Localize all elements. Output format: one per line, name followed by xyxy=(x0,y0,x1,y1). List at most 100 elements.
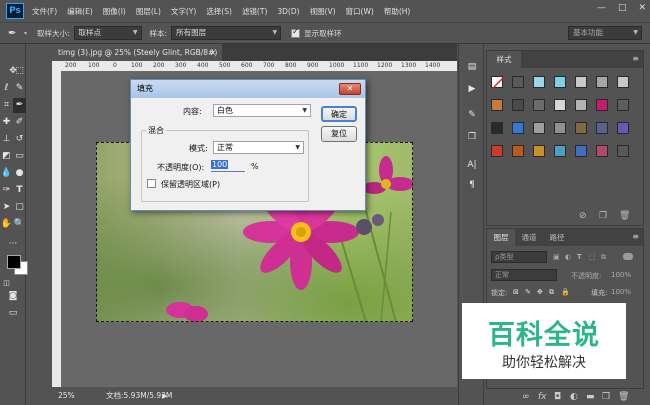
style-swatch[interactable] xyxy=(575,122,587,134)
filter-shape-icon[interactable]: ⬚ xyxy=(589,253,596,261)
style-swatch[interactable] xyxy=(512,76,524,88)
layer-filter-select[interactable]: ρ类型 xyxy=(491,251,547,263)
menu-view[interactable]: 视图(V) xyxy=(310,6,336,17)
folder-icon[interactable]: ▬ xyxy=(586,392,595,402)
style-swatch[interactable] xyxy=(512,99,524,111)
quick-mask-icon[interactable]: ◙ xyxy=(0,289,26,304)
workspace-select[interactable]: 基本功能 ▼ xyxy=(568,26,642,40)
blur-tool-icon[interactable]: 💧 xyxy=(0,166,13,181)
menu-layer[interactable]: 图层(L) xyxy=(136,6,161,17)
close-tab-icon[interactable]: × xyxy=(210,44,216,61)
trash-icon[interactable]: 🗑 xyxy=(619,211,630,221)
brush-tool-icon[interactable]: ✐ xyxy=(13,115,26,130)
style-swatch[interactable] xyxy=(554,122,566,134)
lock-pixels-icon[interactable]: ⊠ xyxy=(513,288,519,296)
style-swatch[interactable] xyxy=(512,122,524,134)
shape-tool-icon[interactable]: ▢ xyxy=(13,200,26,215)
style-swatch[interactable] xyxy=(491,145,503,157)
tab-styles[interactable]: 样式 xyxy=(487,51,521,68)
opacity-input[interactable]: 100 xyxy=(211,160,245,172)
path-select-tool-icon[interactable]: ➤ xyxy=(0,200,13,215)
fx-icon[interactable]: fx xyxy=(538,392,547,402)
style-swatch[interactable] xyxy=(575,99,587,111)
menu-edit[interactable]: 编辑(E) xyxy=(67,6,93,17)
marquee-tool-icon[interactable]: ⬚ xyxy=(13,64,26,79)
status-arrow-icon[interactable]: ▶ xyxy=(162,387,167,405)
sample-select[interactable]: 所有图层 ▼ xyxy=(171,26,282,40)
document-tab[interactable]: timg (3).jpg @ 25% (Steely Glint, RGB/8#… xyxy=(52,44,222,74)
ok-button[interactable]: 确定 xyxy=(321,106,357,122)
mode-select[interactable]: 正常 ▼ xyxy=(213,141,304,154)
lock-position-icon[interactable]: ✥ xyxy=(537,288,543,296)
fill-value[interactable]: 100% xyxy=(611,288,631,296)
style-swatch[interactable] xyxy=(533,99,545,111)
style-swatch[interactable] xyxy=(575,145,587,157)
menu-3d[interactable]: 3D(D) xyxy=(277,7,299,16)
type-tool-icon[interactable]: T xyxy=(13,183,26,198)
no-style-swatch[interactable] xyxy=(491,76,505,90)
opacity-value[interactable]: 100% xyxy=(611,271,631,279)
menu-type[interactable]: 文字(Y) xyxy=(171,6,196,17)
style-swatch[interactable] xyxy=(596,122,608,134)
screen-mode-icon[interactable]: ▭ xyxy=(0,306,26,321)
eyedropper-tool-icon[interactable]: ✒ xyxy=(13,98,26,113)
new-style-icon[interactable]: ❐ xyxy=(599,211,607,221)
trash-icon[interactable]: 🗑 xyxy=(618,392,629,402)
style-swatch[interactable] xyxy=(596,145,608,157)
style-swatch[interactable] xyxy=(533,145,545,157)
style-swatch[interactable] xyxy=(533,76,545,88)
quick-select-tool-icon[interactable]: ✎ xyxy=(13,81,26,96)
tab-layers[interactable]: 图层 xyxy=(487,229,515,246)
menu-image[interactable]: 图像(I) xyxy=(103,6,126,17)
tab-paths[interactable]: 路径 xyxy=(543,229,571,246)
lock-all-icon[interactable]: 🔒 xyxy=(561,288,570,296)
hand-tool-icon[interactable]: ✋ xyxy=(0,217,13,232)
stamp-tool-icon[interactable]: ⊥ xyxy=(0,132,13,147)
show-sampling-ring-checkbox[interactable] xyxy=(291,27,301,38)
style-swatch[interactable] xyxy=(617,99,629,111)
character-panel-icon[interactable]: A| xyxy=(464,158,480,172)
style-swatch[interactable] xyxy=(533,122,545,134)
close-window-button[interactable]: ✕ xyxy=(638,3,646,13)
clone-source-panel-icon[interactable]: ❐ xyxy=(464,130,480,144)
style-swatch[interactable] xyxy=(554,99,566,111)
tool-preset-caret-icon[interactable]: ▾ xyxy=(24,30,27,37)
more-tools-icon[interactable]: ··· xyxy=(0,237,26,252)
filter-smart-icon[interactable]: ⧉ xyxy=(601,253,606,262)
style-swatch[interactable] xyxy=(491,122,503,134)
maximize-button[interactable]: □ xyxy=(618,3,627,13)
brush-panel-icon[interactable]: ✎ xyxy=(464,108,480,122)
style-swatch[interactable] xyxy=(491,99,503,111)
style-swatch[interactable] xyxy=(512,145,524,157)
healing-tool-icon[interactable]: ✚ xyxy=(0,115,13,130)
menu-help[interactable]: 帮助(H) xyxy=(384,6,411,17)
crop-tool-icon[interactable]: ⌗ xyxy=(0,98,13,113)
style-swatch[interactable] xyxy=(617,76,629,88)
lock-artboard-icon[interactable]: ⧉ xyxy=(549,288,554,297)
minimize-button[interactable]: — xyxy=(597,3,606,13)
history-brush-tool-icon[interactable]: ↺ xyxy=(13,132,26,147)
gradient-tool-icon[interactable]: ▭ xyxy=(13,149,26,164)
reset-button[interactable]: 复位 xyxy=(321,126,357,142)
menu-filter[interactable]: 滤镜(T) xyxy=(242,6,267,17)
zoom-tool-icon[interactable]: 🔍 xyxy=(13,217,26,232)
menu-window[interactable]: 窗口(W) xyxy=(346,6,374,17)
menu-file[interactable]: 文件(F) xyxy=(32,6,57,17)
panel-menu-icon[interactable]: ≡ xyxy=(632,232,639,241)
style-swatch[interactable] xyxy=(554,145,566,157)
style-swatch[interactable] xyxy=(617,122,629,134)
history-panel-icon[interactable]: ▤ xyxy=(464,60,480,74)
preserve-transparency-checkbox[interactable] xyxy=(147,179,156,188)
foreground-color-swatch[interactable] xyxy=(7,255,21,269)
style-swatch[interactable] xyxy=(596,99,608,111)
lasso-tool-icon[interactable]: ℓ xyxy=(0,81,13,96)
style-swatch[interactable] xyxy=(596,76,608,88)
dialog-close-button[interactable]: ✕ xyxy=(339,83,361,95)
tab-channels[interactable]: 通道 xyxy=(515,229,543,246)
pen-tool-icon[interactable]: ✑ xyxy=(0,183,13,198)
filter-type-icon[interactable]: T xyxy=(577,253,582,261)
style-swatch[interactable] xyxy=(575,76,587,88)
new-layer-icon[interactable]: ❐ xyxy=(602,392,610,402)
panel-menu-icon[interactable]: ≡ xyxy=(632,54,639,63)
filter-adjustment-icon[interactable]: ◐ xyxy=(565,253,571,261)
